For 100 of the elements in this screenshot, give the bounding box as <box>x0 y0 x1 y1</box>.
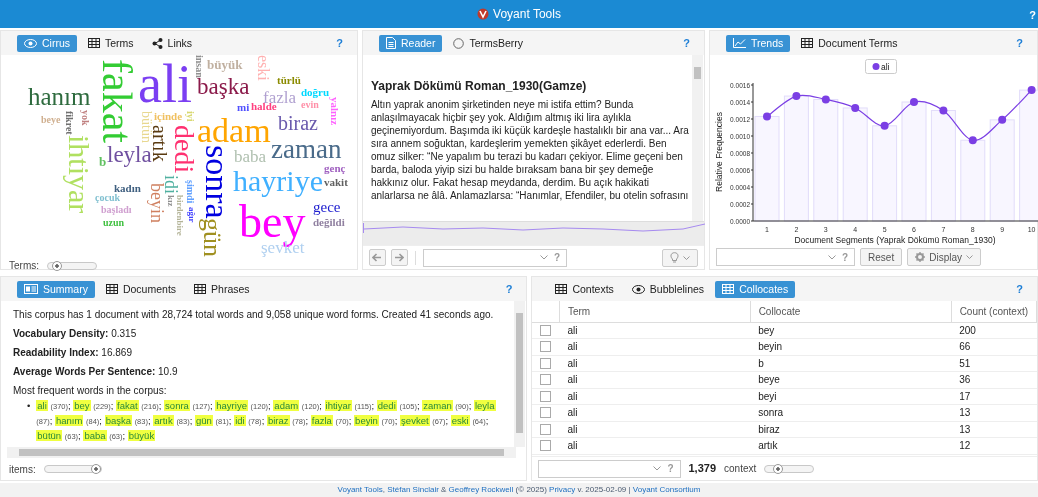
cloud-word[interactable]: değildi <box>313 217 345 229</box>
cloud-word[interactable]: biraz <box>278 113 318 135</box>
table-icon <box>194 284 207 294</box>
back-button[interactable] <box>368 249 386 266</box>
help-link[interactable]: ? <box>336 34 351 52</box>
tab[interactable]: TermsBerry <box>446 34 531 52</box>
cloud-word[interactable]: başladı <box>101 205 132 216</box>
cloud-word[interactable]: fakat <box>94 59 140 143</box>
cloud-word[interactable]: mi <box>237 102 250 114</box>
cloud-word[interactable]: şimdi <box>184 180 195 204</box>
cloud-word[interactable]: evin <box>301 100 319 111</box>
help-link[interactable]: ? <box>505 280 521 298</box>
cloud-word[interactable]: gün <box>198 218 227 257</box>
cloud-word[interactable]: kız <box>165 195 175 207</box>
checkbox[interactable] <box>540 390 552 402</box>
cloud-word[interactable]: çocuk <box>95 193 120 204</box>
table-cell: 12 <box>951 437 1037 454</box>
reset-button[interactable]: Reset <box>860 248 903 266</box>
checkbox[interactable] <box>540 423 552 435</box>
logo-icon <box>477 8 490 20</box>
cloud-word[interactable]: uzun <box>103 218 125 229</box>
checkbox[interactable] <box>540 374 552 386</box>
forward-button[interactable] <box>390 249 408 266</box>
tab[interactable]: Reader <box>378 34 443 52</box>
help-link[interactable]: ? <box>1016 34 1031 52</box>
help-link[interactable]: ? <box>683 34 698 52</box>
help-link[interactable]: ? <box>553 250 561 265</box>
cloud-word[interactable]: genç <box>324 163 346 175</box>
table-cell: biraz <box>750 421 952 438</box>
vertical-scrollbar[interactable] <box>691 55 703 221</box>
help-link[interactable]: ? <box>841 249 849 265</box>
tab[interactable]: Documents <box>98 280 184 298</box>
tab[interactable]: Links <box>144 34 200 52</box>
terms-slider[interactable] <box>47 261 97 270</box>
cloud-word[interactable]: zaman <box>271 135 342 165</box>
slider-thumb[interactable] <box>51 260 62 271</box>
column-header[interactable]: Collocate <box>750 301 952 322</box>
legend-item[interactable]: ali <box>864 59 897 74</box>
cloud-word[interactable]: hayriye <box>233 165 323 198</box>
context-slider[interactable] <box>764 464 815 473</box>
items-slider[interactable] <box>43 465 102 473</box>
footer-link[interactable]: Geoffrey Rockwell <box>448 485 514 494</box>
cloud-word[interactable]: ağır <box>186 207 196 223</box>
cloud-word[interactable]: b <box>99 155 107 170</box>
cloud-word[interactable]: birdenbire <box>174 195 184 236</box>
footer-link[interactable]: Voyant Consortium <box>632 485 701 494</box>
tab[interactable]: Collocates <box>715 280 796 298</box>
tab[interactable]: Contexts <box>548 280 621 298</box>
help-link[interactable]: ? <box>667 461 674 476</box>
table-cell: ali <box>559 371 751 388</box>
document-icon <box>385 37 396 49</box>
tab[interactable]: Phrases <box>187 280 257 298</box>
cloud-word[interactable]: büyük <box>207 58 243 73</box>
cloud-word[interactable]: fikret <box>63 111 74 135</box>
display-button[interactable]: Display <box>907 248 981 266</box>
cloud-word[interactable]: vakit <box>324 177 348 189</box>
checkbox[interactable] <box>540 324 552 336</box>
tab[interactable]: Terms <box>81 34 141 52</box>
tab[interactable]: Summary <box>17 280 95 298</box>
footer-link[interactable]: Privacy <box>549 485 576 494</box>
cloud-word[interactable]: yok <box>79 110 90 126</box>
cloud-word[interactable]: leyla <box>107 143 152 168</box>
cloud-word[interactable]: beye <box>41 115 61 126</box>
cloud-word[interactable]: insan <box>193 55 204 78</box>
cloud-word[interactable]: yalnız <box>328 97 340 126</box>
vertical-scrollbar[interactable] <box>514 301 526 447</box>
search-field[interactable]: ? <box>715 248 856 266</box>
search-field[interactable]: ? <box>538 459 681 478</box>
lightbulb-button[interactable] <box>661 248 698 267</box>
terms-label: Terms: <box>9 259 39 273</box>
cloud-word[interactable]: baba <box>234 148 267 167</box>
cloud-word[interactable]: kadın <box>114 183 141 195</box>
eye-icon <box>24 38 37 48</box>
axis-title: Document Segments (Yaprak Dökümü Roman_1930) <box>794 235 996 245</box>
checkbox[interactable] <box>540 341 552 353</box>
tab[interactable]: Trends <box>725 34 791 52</box>
footer-link[interactable]: Stéfan Sinclair <box>387 485 439 494</box>
tab[interactable]: Document Terms <box>794 34 905 52</box>
cloud-word[interactable]: hanım <box>28 83 91 110</box>
checkbox[interactable] <box>540 357 552 369</box>
help-link[interactable]: ? <box>1029 7 1036 24</box>
slider-thumb[interactable] <box>90 464 101 474</box>
table-icon <box>105 284 118 294</box>
cloud-word[interactable]: gece <box>313 199 341 216</box>
horizontal-scrollbar[interactable] <box>7 447 517 458</box>
column-header[interactable]: Term <box>559 301 751 322</box>
search-field[interactable]: ? <box>422 248 568 267</box>
checkbox[interactable] <box>540 407 552 419</box>
slider-thumb[interactable] <box>772 463 783 474</box>
cloud-word[interactable]: türlü <box>277 75 301 87</box>
table-cell: 200 <box>951 322 1037 339</box>
footer-link[interactable]: Voyant Tools <box>337 485 383 494</box>
tab[interactable]: Bubblelines <box>624 280 712 298</box>
checkbox[interactable] <box>540 440 552 452</box>
table-cell: artık <box>750 437 952 454</box>
column-header[interactable]: Count (context) <box>951 301 1037 322</box>
help-link[interactable]: ? <box>1016 280 1031 298</box>
table-cell: 13 <box>951 404 1037 421</box>
tab[interactable]: Cirrus <box>17 34 77 52</box>
line-chart-icon <box>732 38 746 48</box>
